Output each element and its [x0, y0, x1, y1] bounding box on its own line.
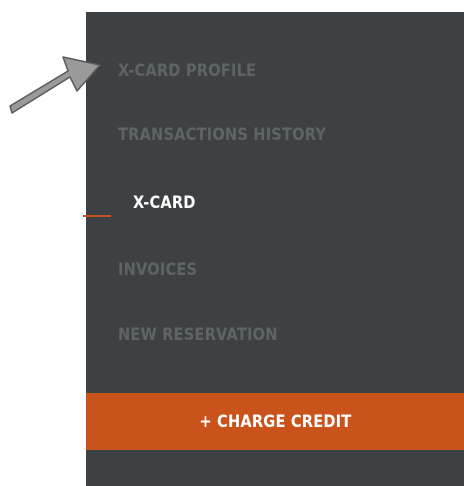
pointer-arrow-icon [9, 56, 101, 114]
sidebar-item-x-card[interactable]: X-CARD [133, 193, 196, 213]
sidebar-nav: X-CARD PROFILE TRANSACTIONS HISTORY X-CA… [83, 12, 464, 486]
sidebar-item-invoices[interactable]: INVOICES [118, 260, 197, 280]
charge-credit-button[interactable]: + CHARGE CREDIT [86, 393, 464, 450]
sidebar-item-x-card-profile[interactable]: X-CARD PROFILE [118, 61, 256, 81]
charge-credit-label: + CHARGE CREDIT [198, 411, 352, 432]
active-item-indicator [83, 215, 111, 217]
sidebar-item-transactions-history[interactable]: TRANSACTIONS HISTORY [118, 125, 326, 145]
sidebar-item-new-reservation[interactable]: NEW RESERVATION [118, 325, 278, 345]
